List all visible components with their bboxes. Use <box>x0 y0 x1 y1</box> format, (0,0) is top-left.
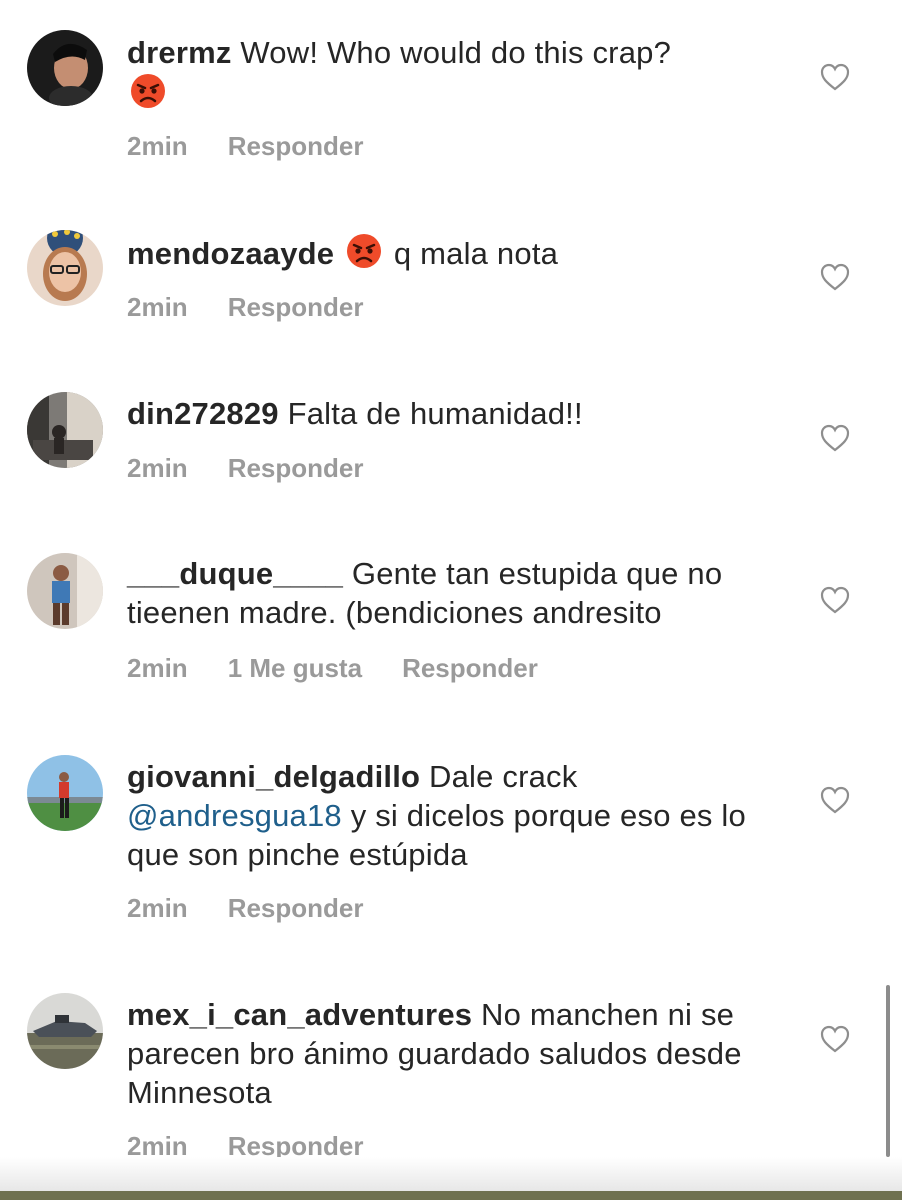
avatar[interactable] <box>27 993 103 1069</box>
comment-meta: 2min Responder <box>127 292 404 323</box>
comment-meta: 2min Responder <box>127 893 404 924</box>
comment-body: q mala nota <box>393 236 559 271</box>
like-heart-icon[interactable] <box>819 423 851 453</box>
reply-button[interactable]: Responder <box>228 292 364 322</box>
comment-text: giovanni_delgadillo Dale crack @andresgu… <box>127 757 797 874</box>
scrollbar[interactable] <box>886 985 890 1157</box>
comment-meta: 2min Responder <box>127 131 404 162</box>
comment-time: 2min <box>127 453 188 483</box>
comment-body: Falta de humanidad!! <box>287 396 583 431</box>
like-heart-icon[interactable] <box>819 1024 851 1054</box>
bottom-fade <box>0 1157 902 1191</box>
comment-username[interactable]: drermz <box>127 35 232 70</box>
comment-time: 2min <box>127 131 188 161</box>
comment-time: 2min <box>127 653 188 683</box>
like-heart-icon[interactable] <box>819 785 851 815</box>
avatar[interactable] <box>27 230 103 306</box>
comment-username[interactable]: mendozaayde <box>127 236 334 271</box>
comment-item: mendozaayde q mala nota 2min Responder <box>0 190 902 350</box>
comment-item: ___duque____ Gente tan estupida que no t… <box>0 510 902 725</box>
comment-meta: 2min Responder <box>127 453 404 484</box>
like-heart-icon[interactable] <box>819 262 851 292</box>
comment-item: mex_i_can_adventures No manchen ni se pa… <box>0 965 902 1165</box>
avatar[interactable] <box>27 553 103 629</box>
comment-text: ___duque____ Gente tan estupida que no t… <box>127 554 797 632</box>
comment-body: Wow! Who would do this crap? <box>240 35 672 70</box>
bottom-strip <box>0 1191 902 1200</box>
comment-username[interactable]: giovanni_delgadillo <box>127 759 420 794</box>
likes-count-button[interactable]: 1 Me gusta <box>228 653 362 683</box>
comment-meta: 2min 1 Me gusta Responder <box>127 653 578 684</box>
comment-time: 2min <box>127 893 188 923</box>
comment-text: drermz Wow! Who would do this crap? <box>127 33 797 113</box>
comment-item: din272829 Falta de humanidad!! 2min Respo… <box>0 350 902 510</box>
like-heart-icon[interactable] <box>819 585 851 615</box>
reply-button[interactable]: Responder <box>402 653 538 683</box>
angry-face-emoji-icon <box>129 72 167 110</box>
avatar[interactable] <box>27 30 103 106</box>
like-heart-icon[interactable] <box>819 62 851 92</box>
comment-username[interactable]: din272829 <box>127 396 279 431</box>
comment-item: giovanni_delgadillo Dale crack @andresgu… <box>0 725 902 965</box>
reply-button[interactable]: Responder <box>228 893 364 923</box>
comment-time: 2min <box>127 292 188 322</box>
angry-face-emoji-icon <box>345 232 383 270</box>
reply-button[interactable]: Responder <box>228 453 364 483</box>
user-mention-link[interactable]: @andresgua18 <box>127 798 342 833</box>
comment-username[interactable]: mex_i_can_adventures <box>127 997 472 1032</box>
avatar[interactable] <box>27 755 103 831</box>
comment-username[interactable]: ___duque____ <box>127 556 343 591</box>
avatar[interactable] <box>27 392 103 468</box>
comment-text: din272829 Falta de humanidad!! <box>127 394 797 433</box>
comment-body: Dale crack <box>429 759 578 794</box>
reply-button[interactable]: Responder <box>228 131 364 161</box>
comment-text: mex_i_can_adventures No manchen ni se pa… <box>127 995 797 1112</box>
comment-item: drermz Wow! Who would do this crap? 2min… <box>0 0 902 190</box>
comment-text: mendozaayde q mala nota <box>127 232 797 273</box>
